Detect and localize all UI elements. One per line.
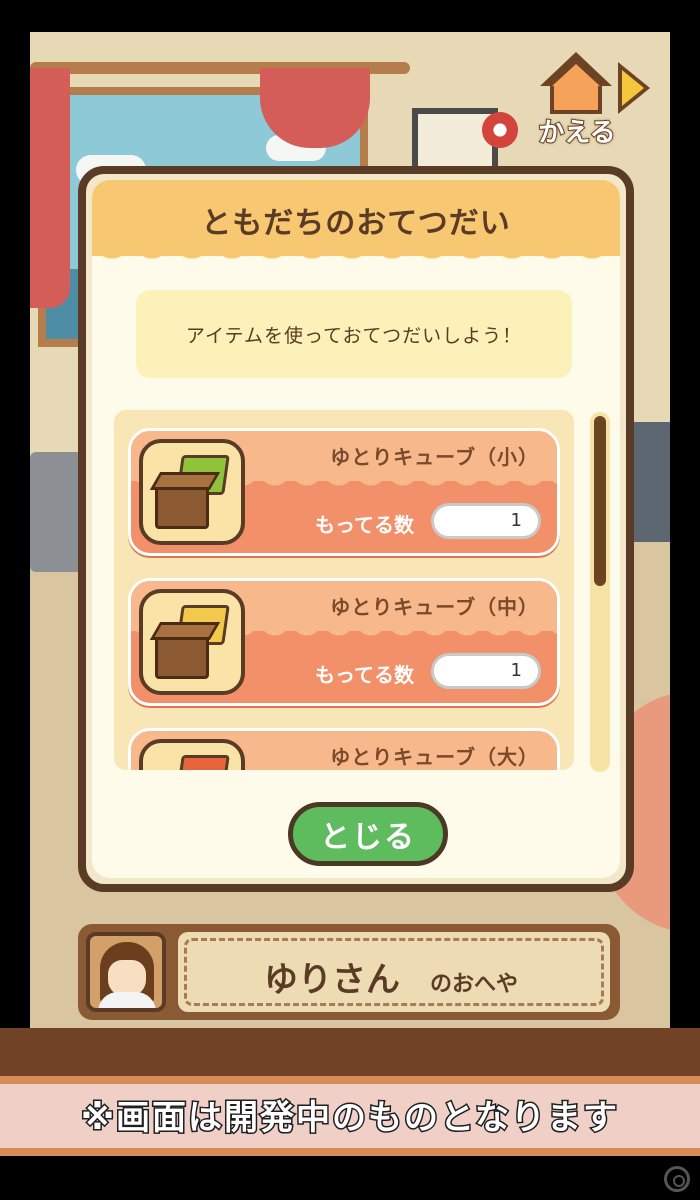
award-rosette-icon [482,112,518,148]
watermark-logo-icon [664,1166,690,1192]
message-box: アイテムを使っておてつだいしよう！ [136,290,572,378]
count-field: 1 [431,503,541,539]
item-card-medium[interactable]: ゆとりキューブ（中） もってる数 1 [128,578,560,706]
close-button[interactable]: とじる [288,802,448,866]
item-list[interactable]: ゆとりキューブ（小） もってる数 1 ゆとりキューブ（中） もってる数 1 ゆと… [114,410,574,770]
cube-front [155,483,209,529]
cube-icon [139,439,245,545]
room-name-suffix: のおへや [430,972,519,997]
room-nameplate: ゆりさん のおへや [78,924,620,1020]
close-button-label: とじる [320,820,416,855]
home-button[interactable]: かえる [532,46,660,149]
item-card-small[interactable]: ゆとりキューブ（小） もってる数 1 [128,428,560,556]
item-list-scrollbar[interactable] [590,412,610,772]
scroll-thumb[interactable] [594,416,606,586]
development-notice: ※画面は開発中のものとなります [79,1097,620,1140]
banner-top-band [0,1028,700,1076]
message-text: アイテムを使っておてつだいしよう！ [185,324,523,347]
item-card-large[interactable]: ゆとりキューブ（大） [128,728,560,770]
helper-dialog: ともだちのおてつだい アイテムを使っておてつだいしよう！ ゆとりキューブ（小） … [78,166,634,892]
curtain-left [30,68,70,308]
item-name: ゆとりキューブ（大） [330,745,539,769]
room-owner-name: ゆりさん [264,960,400,1000]
home-button-label: かえる [537,117,616,149]
room-name-plate: ゆりさん のおへや [178,932,610,1012]
item-name: ゆとりキューブ（小） [330,445,539,469]
dialog-title: ともだちのおてつだい [201,206,511,241]
avatar[interactable] [86,932,166,1012]
count-label: もってる数 [315,663,414,687]
count-field: 1 [431,653,541,689]
cube-icon [139,589,245,695]
count-label: もってる数 [315,513,414,537]
cube-back [176,755,230,770]
item-name: ゆとりキューブ（中） [330,595,539,619]
cube-icon [139,739,245,770]
cube-front [155,633,209,679]
